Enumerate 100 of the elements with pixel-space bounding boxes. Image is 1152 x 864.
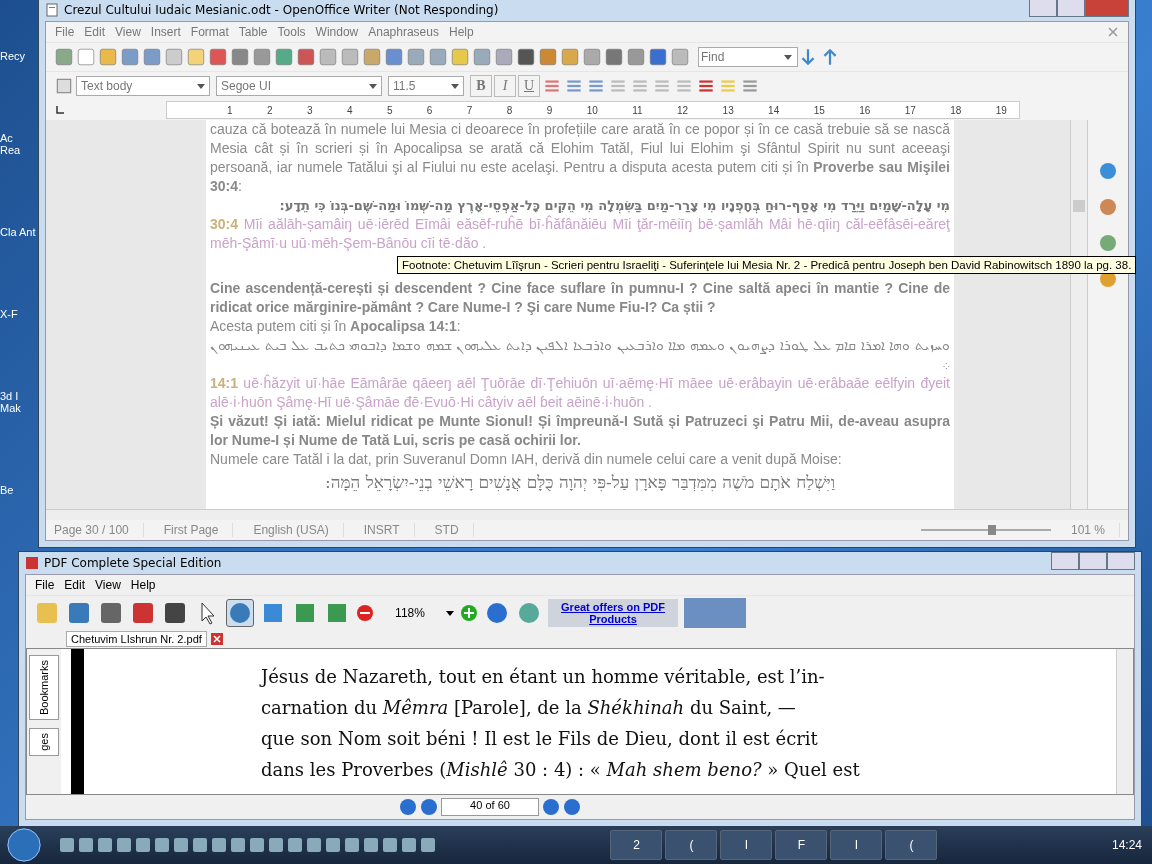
zoom-in-icon[interactable] — [460, 604, 478, 622]
quick-launch-icon[interactable] — [382, 837, 398, 853]
menu-item[interactable]: Help — [125, 578, 161, 592]
font-size-box[interactable]: 11.5 — [388, 76, 464, 96]
toolbar-icon[interactable] — [130, 600, 156, 626]
desktop-icon-label[interactable]: Ac Rea — [0, 132, 36, 156]
desktop-icon-label[interactable]: Be — [0, 484, 36, 496]
previous-page-icon[interactable] — [420, 798, 438, 816]
ruler-number: 9 — [546, 104, 553, 116]
desktop-icon-label[interactable]: Recy — [0, 50, 36, 62]
document-tab[interactable]: Chetuvim LIshrun Nr. 2.pdf — [66, 631, 207, 647]
taskbar-button[interactable]: 2 — [610, 830, 663, 860]
status-field: Page 30 / 100 — [54, 523, 144, 537]
help-icon[interactable] — [484, 600, 510, 626]
start-button[interactable] — [4, 826, 44, 864]
menu-item[interactable]: File — [30, 578, 60, 592]
last-page-icon[interactable] — [563, 798, 581, 816]
quick-launch-icon[interactable] — [154, 837, 170, 853]
tab-stop-icon[interactable] — [54, 104, 66, 116]
menu-item[interactable]: Edit — [79, 25, 111, 39]
maximize-button[interactable] — [1057, 0, 1085, 17]
ruler-number: 17 — [904, 104, 916, 116]
document-paragraph: Numele care Tatăl i la dat, prin Suveranul Domn IAH, derivă din numele celui care a venit după Moise: — [210, 450, 843, 469]
next-page-icon[interactable] — [542, 798, 560, 816]
toolbar-icon[interactable] — [296, 47, 316, 67]
taskbar-button[interactable]: F — [775, 830, 828, 860]
ruler-number: 8 — [506, 104, 513, 116]
zoom-slider-thumb[interactable] — [988, 525, 997, 535]
document-paragraph: cauza că botează în numele lui Mesia ci deoarece în profețiile care arată în ce popor și în ce casă trebuie să se nască Mesia cât și în scrieri și în Apocalipsa se arată că Elohim Tatăl, Fiul lui Elohim şi Sfântul Spirit nu sunt aceeaşi persoană, iar numele Tatălui şi al Fiului nu este acelaşi. Pentru a disputa acesta putem citi și în Proverbe sau Mişilei 30:4: — [210, 120, 950, 196]
menu-item[interactable]: Table — [233, 25, 273, 39]
pdf-text-line: que son Nom soit béni ! Il est le Fils de Dieu, dont il est écrit — [261, 727, 819, 751]
ruler-number: 13 — [722, 104, 734, 116]
clock: 14:24 — [1111, 838, 1142, 852]
ruler[interactable]: 1 2 3 4 5 6 7 8 9 10 11 12 13 14 15 16 17 18 19 — [166, 101, 1020, 119]
quick-launch-icon[interactable] — [249, 837, 265, 853]
toolbar-icon[interactable] — [648, 47, 668, 67]
ruler-number: 16 — [859, 104, 871, 116]
quick-launch-icon[interactable] — [135, 837, 151, 853]
find-field[interactable]: Find — [698, 47, 798, 67]
close-button[interactable] — [1107, 552, 1135, 570]
desktop-icon-label[interactable]: 3d I Mak — [0, 390, 36, 414]
close-document-icon[interactable] — [1108, 27, 1118, 37]
format-button[interactable]: I — [494, 75, 516, 97]
quick-launch-icon[interactable] — [306, 837, 322, 853]
toolbar-icon[interactable] — [66, 600, 92, 626]
first-page-icon[interactable] — [399, 798, 417, 816]
menu-item[interactable]: Insert — [145, 25, 186, 39]
side-tab[interactable]: Bookmarks — [29, 655, 59, 721]
quick-launch-icon[interactable] — [401, 837, 417, 853]
menu-item[interactable]: Tools — [272, 25, 311, 39]
globe-icon[interactable] — [516, 600, 542, 626]
quick-launch-icon[interactable] — [363, 837, 379, 853]
quick-launch-icon[interactable] — [97, 837, 113, 853]
format-button[interactable]: U — [518, 75, 540, 97]
menu-item[interactable]: View — [110, 25, 146, 39]
paragraph-style-box[interactable]: Text body — [76, 76, 210, 96]
desktop-icon-label[interactable]: Cla Ant — [0, 226, 36, 238]
minimize-button[interactable] — [1051, 552, 1079, 570]
desktop-icon-label[interactable]: X-F — [0, 308, 36, 320]
quick-launch-icon[interactable] — [211, 837, 227, 853]
zoom-level[interactable]: 118% — [380, 606, 440, 620]
quick-launch-icon[interactable] — [78, 837, 94, 853]
taskbar-button[interactable]: ( — [665, 830, 718, 860]
ad-link[interactable]: Great offers on PDF Products — [548, 599, 678, 627]
toolbar-icon[interactable] — [98, 600, 124, 626]
quick-launch-icon[interactable] — [173, 837, 189, 853]
hand-tool-icon[interactable] — [226, 599, 254, 627]
styles-icon[interactable] — [54, 76, 74, 96]
quick-launch-icon[interactable] — [59, 837, 75, 853]
side-tab[interactable]: ges — [29, 728, 59, 756]
menu-item[interactable]: Format — [185, 25, 234, 39]
quick-launch-icon[interactable] — [230, 837, 246, 853]
taskbar-button[interactable]: I — [720, 830, 773, 860]
quick-launch-icon[interactable] — [325, 837, 341, 853]
quick-launch-icon[interactable] — [420, 837, 436, 853]
toolbar-icon[interactable] — [516, 47, 536, 67]
minimize-button[interactable] — [1029, 0, 1057, 17]
quick-launch-icon[interactable] — [268, 837, 284, 853]
quick-launch-icon[interactable] — [192, 837, 208, 853]
menu-item[interactable]: Window — [310, 25, 364, 39]
zoom-out-icon[interactable] — [356, 604, 374, 622]
toolbar-icon[interactable] — [162, 600, 188, 626]
quick-launch-icon[interactable] — [344, 837, 360, 853]
page-number-field[interactable]: 40 of 60 — [441, 798, 539, 816]
format-button[interactable]: B — [470, 75, 492, 97]
menu-item[interactable]: Anaphraseus — [363, 25, 444, 39]
menu-item[interactable]: File — [50, 25, 80, 39]
menu-item[interactable]: Edit — [59, 578, 91, 592]
toolbar-icon[interactable] — [604, 47, 624, 67]
menu-item[interactable]: Help — [443, 25, 479, 39]
quick-launch-icon[interactable] — [287, 837, 303, 853]
document-paragraph: ܘܚܙܝܬ ܘܗܐ ܐܡܪܐ ܩܐܡ ܥܠ ܛܘܪܐ ܕܨܗܝܘܢ ܘܥܡܗ ܡܐܐ ܘܐܪܒܥܝܢ ܘܐܪܒܥܐ ܐܠܦܝܢ ܕܐܝܬ ܥܠܝܗܘܢ ܫܡܗ ܘܫܡܐ ܕܐܒܘܗܝ ܟܬܝܒ ܥܠ ܒܝܬ ܥܝܢܝܗܘܢ ܀ — [210, 336, 950, 374]
taskbar-button[interactable]: ( — [885, 830, 938, 860]
font-name-box[interactable]: Segoe UI — [216, 76, 382, 96]
status-field: English (USA) — [253, 523, 344, 537]
maximize-button[interactable] — [1079, 552, 1107, 570]
menu-item[interactable]: View — [90, 578, 126, 592]
close-tab-icon[interactable] — [210, 633, 223, 645]
quick-launch-icon[interactable] — [116, 837, 132, 853]
taskbar-button[interactable]: I — [830, 830, 883, 860]
